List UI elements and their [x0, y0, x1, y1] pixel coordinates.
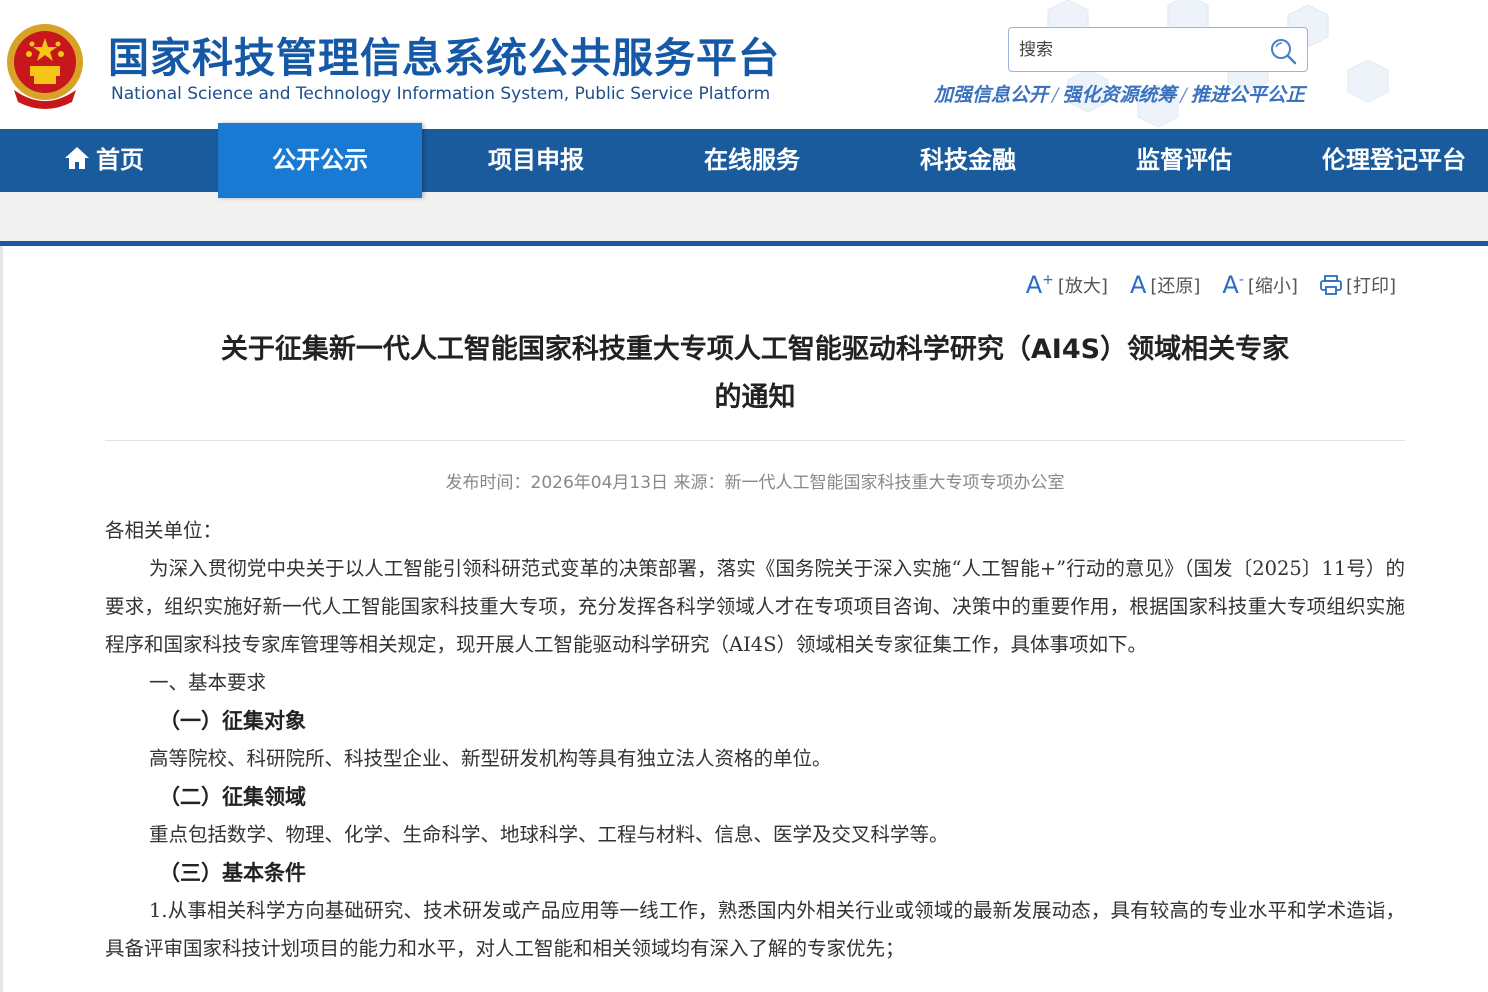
- article-tools: A+ [放大] A [还原] A- [缩小] [打印]: [1026, 272, 1396, 298]
- paragraph: 1.从事相关科学方向基础研究、技术研发或产品应用等一线工作，熟悉国内外相关行业或…: [105, 899, 1405, 960]
- font-reset-icon: A: [1129, 271, 1147, 299]
- home-icon: [65, 147, 89, 169]
- reset-label: [还原]: [1150, 276, 1201, 297]
- nav-item-label: 在线服务: [704, 146, 800, 174]
- nav-item-label: 项目申报: [488, 146, 584, 174]
- reset-font-button[interactable]: A [还原]: [1130, 272, 1200, 298]
- site-title-chinese: 国家科技管理信息系统公共服务平台: [108, 34, 780, 82]
- search-icon[interactable]: [1269, 37, 1297, 65]
- article-panel: A+ [放大] A [还原] A- [缩小] [打印] 关于征集新一代人工智能国…: [0, 246, 1488, 992]
- nav-item-label: 首页: [96, 146, 144, 174]
- nav-item-ethics-platform[interactable]: 伦理登记平台: [1300, 129, 1488, 192]
- section-heading: 一、基本要求: [149, 671, 267, 694]
- article-title-line-1: 关于征集新一代人工智能国家科技重大专项人工智能驱动科学研究（AI4S）领域相关专…: [220, 334, 1290, 365]
- slogan-item-3: 推进公平公正: [1190, 84, 1305, 106]
- paragraph: 重点包括数学、物理、化学、生命科学、地球科学、工程与材料、信息、医学及交叉科学等…: [149, 823, 949, 846]
- enlarge-font-button[interactable]: A+ [放大]: [1026, 272, 1108, 298]
- nav-item-label: 监督评估: [1136, 146, 1232, 174]
- nav-item-online-service[interactable]: 在线服务: [650, 129, 854, 192]
- nav-item-label: 公开公示: [272, 146, 368, 174]
- main-nav: 首页 公开公示 项目申报 在线服务 科技金融 监督评估 伦理登记平台: [0, 123, 1488, 198]
- nav-item-label: 科技金融: [920, 146, 1016, 174]
- article-meta: 发布时间：2026年04月13日 来源：新一代人工智能国家科技重大专项专项办公室: [445, 473, 1065, 493]
- salutation: 各相关单位：: [105, 519, 223, 542]
- subsection-heading: （一）征集对象: [159, 709, 306, 733]
- national-emblem-logo: [7, 24, 83, 109]
- article-title: 关于征集新一代人工智能国家科技重大专项人工智能驱动科学研究（AI4S）领域相关专…: [153, 326, 1357, 422]
- slogan: 加强信息公开 / 强化资源统筹 / 推进公平公正: [934, 80, 1305, 107]
- paragraph: 高等院校、科研院所、科技型企业、新型研发机构等具有独立法人资格的单位。: [149, 747, 832, 770]
- slogan-separator: /: [1052, 84, 1059, 106]
- search-box: [1008, 27, 1308, 72]
- nav-item-project-application[interactable]: 项目申报: [434, 129, 638, 192]
- shrink-label: [缩小]: [1247, 276, 1298, 297]
- enlarge-label: [放大]: [1057, 276, 1108, 297]
- nav-item-home[interactable]: 首页: [40, 129, 168, 192]
- subsection-heading: （二）征集领域: [159, 785, 306, 809]
- nav-item-public-notice[interactable]: 公开公示: [218, 123, 422, 198]
- font-enlarge-icon: A+: [1025, 271, 1054, 299]
- site-header: 国家科技管理信息系统公共服务平台 National Science and Te…: [0, 0, 1488, 129]
- search-input[interactable]: [1019, 36, 1259, 64]
- article-body: 各相关单位： 为深入贯彻党中央关于以人工智能引领科研范式变革的决策部署，落实《国…: [105, 512, 1405, 968]
- nav-item-label: 伦理登记平台: [1322, 146, 1466, 174]
- article-title-line-2: 的通知: [714, 382, 796, 413]
- subsection-heading: （三）基本条件: [159, 861, 306, 885]
- nav-item-sci-tech-finance[interactable]: 科技金融: [866, 129, 1070, 192]
- title-divider: [105, 440, 1405, 441]
- breadcrumb-band: [0, 192, 1488, 242]
- slogan-item-1: 加强信息公开: [934, 84, 1049, 106]
- print-icon: [1320, 275, 1342, 295]
- shrink-font-button[interactable]: A- [缩小]: [1222, 272, 1298, 298]
- slogan-item-2: 强化资源统筹: [1062, 84, 1177, 106]
- site-title-english: National Science and Technology Informat…: [111, 84, 771, 104]
- print-label: [打印]: [1345, 276, 1396, 297]
- slogan-separator: /: [1180, 84, 1187, 106]
- print-button[interactable]: [打印]: [1320, 272, 1396, 298]
- font-shrink-icon: A-: [1222, 271, 1244, 299]
- paragraph-intro: 为深入贯彻党中央关于以人工智能引领科研范式变革的决策部署，落实《国务院关于深入实…: [105, 557, 1405, 656]
- nav-item-supervision[interactable]: 监督评估: [1082, 129, 1286, 192]
